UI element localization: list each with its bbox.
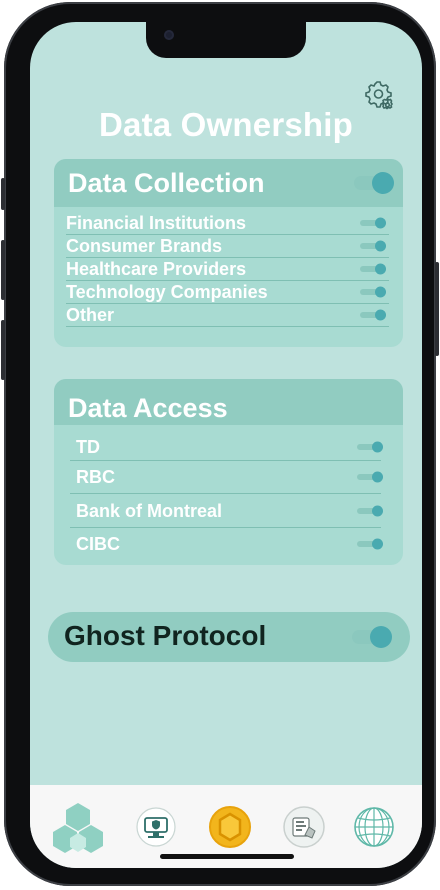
collection-item-label: Technology Companies <box>66 282 268 302</box>
nav-wallet[interactable] <box>282 805 326 849</box>
collection-item-toggle[interactable] <box>360 309 386 320</box>
secure-monitor-icon <box>136 807 176 847</box>
access-item-toggle[interactable] <box>357 538 383 549</box>
list-item: RBC <box>54 465 403 499</box>
collection-item-toggle[interactable] <box>360 240 386 251</box>
data-collection-header: Data Collection <box>54 159 403 207</box>
divider <box>66 326 389 327</box>
toggle-knob <box>372 471 383 482</box>
toggle-knob <box>372 538 383 549</box>
toggle-knob <box>375 217 386 228</box>
notch <box>146 22 306 58</box>
access-item-toggle[interactable] <box>357 505 383 516</box>
list-item: TD <box>54 433 403 465</box>
access-item-label: Bank of Montreal <box>76 501 223 521</box>
nav-home[interactable] <box>50 801 106 857</box>
toggle-knob <box>375 286 386 297</box>
data-access-card: Data Access TD RBC Bank of Montreal CIBC <box>54 379 403 565</box>
toggle-knob <box>375 240 386 251</box>
ghost-protocol-label: Ghost Protocol <box>64 620 267 651</box>
toggle-knob <box>375 263 386 274</box>
collection-item-toggle[interactable] <box>360 217 386 228</box>
collection-item-label: Other <box>66 305 115 325</box>
list-item: Other <box>54 303 403 327</box>
toggle-knob <box>370 626 392 648</box>
list-item: CIBC <box>54 533 403 563</box>
divider <box>70 493 381 494</box>
nav-rewards[interactable] <box>208 805 252 849</box>
side-button-mute <box>1 178 5 210</box>
list-item: Healthcare Providers <box>54 257 403 281</box>
ghost-protocol-bar: Ghost Protocol <box>48 612 410 662</box>
nav-security[interactable] <box>136 807 176 847</box>
phone-frame: Data Ownership Data Collection Financial… <box>1 2 439 886</box>
gold-coin-hexagon-icon <box>209 806 251 848</box>
wallet-card-icon <box>283 806 325 848</box>
camera-icon <box>164 30 174 40</box>
access-item-label: RBC <box>76 467 115 487</box>
divider <box>70 460 381 461</box>
screen: Data Ownership Data Collection Financial… <box>30 22 422 868</box>
divider <box>70 527 381 528</box>
collection-item-label: Consumer Brands <box>66 236 223 256</box>
toggle-knob <box>372 172 394 194</box>
side-button-power <box>435 262 439 356</box>
collection-item-toggle[interactable] <box>360 286 386 297</box>
collection-item-label: Healthcare Providers <box>66 259 247 279</box>
access-item-label: CIBC <box>76 534 120 554</box>
side-button-volume-down <box>1 320 5 380</box>
list-item: Technology Companies <box>54 280 403 304</box>
access-item-toggle[interactable] <box>357 471 383 482</box>
list-item: Consumer Brands <box>54 234 403 258</box>
page-title: Data Ownership <box>98 106 354 143</box>
data-collection-card: Data Collection Financial Institutions C… <box>54 159 403 347</box>
globe-network-icon <box>354 807 394 847</box>
toggle-knob <box>375 309 386 320</box>
list-item: Financial Institutions <box>54 211 403 235</box>
nav-network[interactable] <box>352 805 396 849</box>
collection-item-label: Financial Institutions <box>66 213 247 233</box>
toggle-knob <box>372 505 383 516</box>
data-access-title: Data Access <box>68 393 228 423</box>
list-item: Bank of Montreal <box>54 499 403 533</box>
data-collection-title: Data Collection <box>68 168 265 198</box>
home-indicator <box>160 854 294 859</box>
access-item-label: TD <box>76 437 100 457</box>
collection-item-toggle[interactable] <box>360 263 386 274</box>
toggle-knob <box>372 441 383 452</box>
data-access-header: Data Access <box>54 379 403 425</box>
ghost-protocol-toggle[interactable] <box>352 626 392 648</box>
hexagon-cluster-icon <box>53 803 103 853</box>
side-button-volume-up <box>1 240 5 300</box>
data-collection-master-toggle[interactable] <box>354 172 394 194</box>
access-item-toggle[interactable] <box>357 441 383 452</box>
